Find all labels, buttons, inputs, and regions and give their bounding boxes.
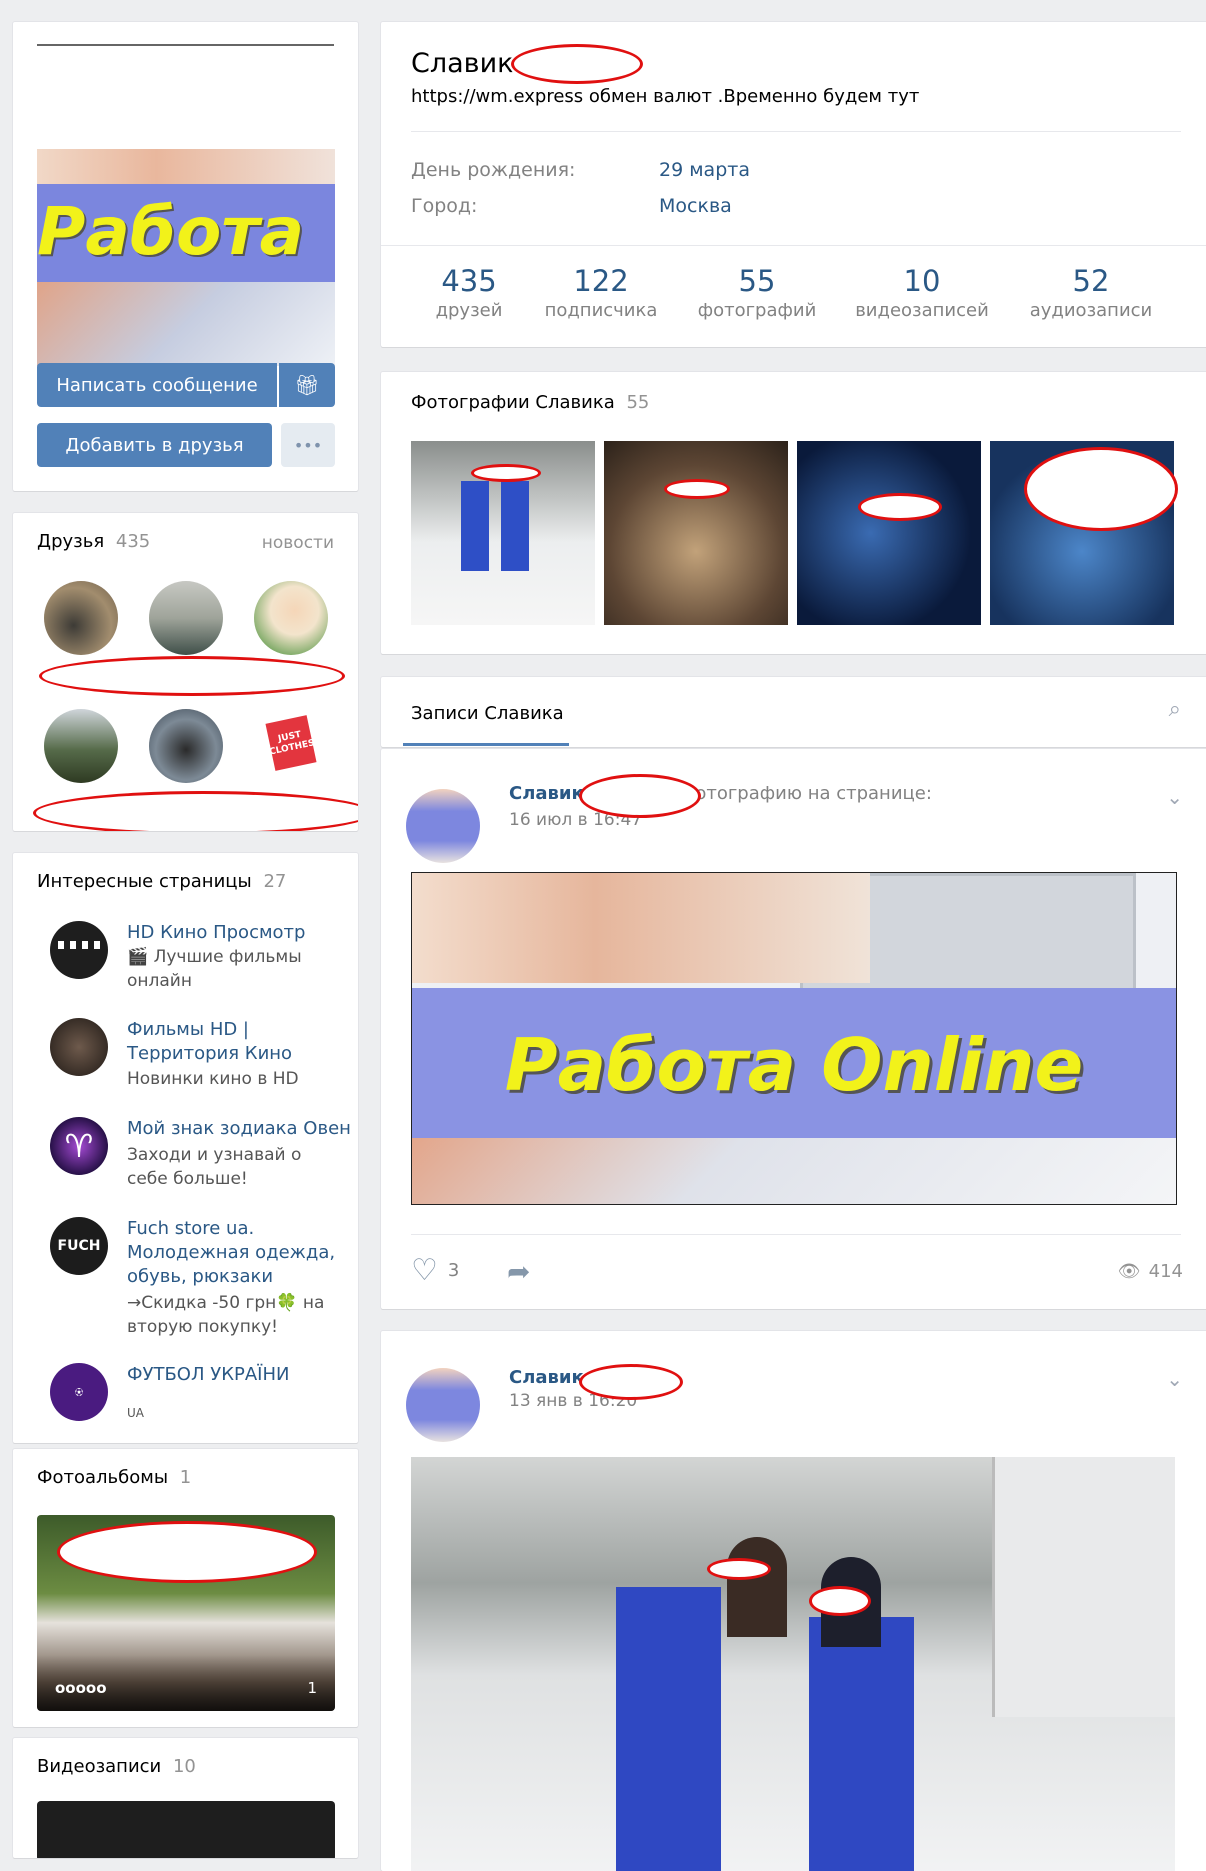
counter-audios[interactable]: 52 аудиозаписи bbox=[1011, 264, 1171, 321]
like-count: 3 bbox=[447, 1260, 460, 1281]
friend-avatar[interactable] bbox=[149, 709, 223, 783]
friends-header[interactable]: Друзья 435 bbox=[37, 531, 150, 552]
page-avatar: ♈︎ bbox=[50, 1117, 108, 1175]
chevron-down-icon[interactable]: ⌄ bbox=[1166, 785, 1183, 809]
wall-tabs-card: Записи Славика ⌕ bbox=[381, 677, 1206, 747]
add-friend-button[interactable]: Добавить в друзья bbox=[37, 423, 272, 467]
avatar-top-line bbox=[37, 44, 334, 46]
post-author[interactable]: Славик bbox=[509, 1367, 584, 1388]
album-count: 1 bbox=[307, 1679, 317, 1697]
post-image-text: Работа Online bbox=[504, 1023, 1084, 1107]
album-name: ооооо bbox=[55, 1679, 107, 1697]
page-avatar: FUCH bbox=[50, 1217, 108, 1275]
albums-header[interactable]: Фотоальбомы 1 bbox=[37, 1467, 191, 1488]
just-clothes-logo: JUST CLOTHES bbox=[265, 715, 317, 771]
photo-thumb[interactable] bbox=[797, 441, 981, 625]
redaction-mark bbox=[1024, 447, 1178, 531]
divider bbox=[381, 245, 1206, 246]
friend-avatar[interactable] bbox=[44, 709, 118, 783]
redaction-mark bbox=[809, 1586, 871, 1616]
post-author-avatar[interactable] bbox=[406, 789, 480, 863]
albums-card: Фотоальбомы 1 ооооо 1 bbox=[13, 1449, 358, 1727]
videos-header[interactable]: Видеозаписи 10 bbox=[37, 1756, 196, 1777]
redaction-mark bbox=[39, 656, 345, 696]
chevron-down-icon[interactable]: ⌄ bbox=[1166, 1367, 1183, 1391]
view-count: 414 bbox=[1148, 1261, 1183, 1282]
friend-avatar[interactable] bbox=[44, 581, 118, 655]
write-message-button[interactable]: Написать сообщение bbox=[37, 363, 277, 407]
city-value[interactable]: Москва bbox=[659, 195, 732, 217]
profile-name: Славик bbox=[411, 48, 514, 79]
page-avatar: ⚽︎ bbox=[50, 1363, 108, 1421]
redaction-mark bbox=[579, 1364, 683, 1400]
divider bbox=[411, 131, 1181, 132]
search-icon[interactable]: ⌕ bbox=[1169, 697, 1181, 722]
redaction-mark bbox=[57, 1521, 317, 1583]
post-author-avatar[interactable] bbox=[406, 1368, 480, 1442]
post-card: Славик 13 янв в 16:20 ⌄ bbox=[381, 1331, 1206, 1871]
profile-status: https://wm.express обмен валют .Временно… bbox=[411, 86, 920, 107]
share-button[interactable]: ➦ bbox=[507, 1255, 530, 1288]
tab-wall[interactable]: Записи Славика bbox=[411, 703, 564, 724]
redaction-mark bbox=[511, 44, 643, 84]
eye-icon: 👁︎ bbox=[1117, 1261, 1141, 1282]
counter-videos[interactable]: 10 видеозаписей bbox=[842, 264, 1002, 321]
page-avatar bbox=[50, 921, 108, 979]
friends-count: 435 bbox=[115, 531, 151, 552]
more-icon: ••• bbox=[293, 435, 323, 455]
post-header: Славик обновил фотографию на странице: bbox=[509, 783, 932, 804]
share-icon: ➦ bbox=[507, 1255, 531, 1288]
friend-avatar[interactable] bbox=[149, 581, 223, 655]
friends-card: Друзья 435 новости JUST CLOTHES bbox=[13, 513, 358, 831]
like-button[interactable]: ♡ 3 bbox=[411, 1253, 459, 1288]
redaction-mark bbox=[664, 479, 730, 499]
pages-header[interactable]: Интересные страницы 27 bbox=[37, 871, 286, 892]
counter-photos[interactable]: 55 фотографий bbox=[677, 264, 837, 321]
birthday-value[interactable]: 29 марта bbox=[659, 159, 750, 181]
views-counter: 👁︎ 414 bbox=[1118, 1261, 1183, 1282]
friend-avatar[interactable] bbox=[254, 581, 328, 655]
redaction-mark bbox=[858, 493, 942, 521]
more-button[interactable]: ••• bbox=[281, 423, 335, 467]
post-header: Славик bbox=[509, 1367, 584, 1388]
post-card: Славик обновил фотографию на странице: 1… bbox=[381, 749, 1206, 1309]
page-avatar bbox=[50, 1018, 108, 1076]
photos-header[interactable]: Фотографии Славика 55 bbox=[411, 392, 649, 413]
redaction-mark bbox=[707, 1558, 771, 1580]
friend-avatar[interactable]: JUST CLOTHES bbox=[254, 709, 328, 783]
redaction-mark bbox=[33, 791, 358, 831]
avatar-caption: Работа bbox=[37, 193, 305, 270]
gift-icon: 🎁︎ bbox=[294, 373, 320, 397]
gift-button[interactable]: 🎁︎ bbox=[279, 363, 335, 407]
redaction-mark bbox=[471, 464, 541, 482]
post-image[interactable] bbox=[411, 1457, 1175, 1871]
divider bbox=[411, 1234, 1181, 1235]
profile-avatar[interactable]: Работа bbox=[37, 149, 335, 366]
videos-card: Видеозаписи 10 bbox=[13, 1738, 358, 1858]
city-label: Город: bbox=[411, 195, 478, 217]
redaction-mark bbox=[579, 774, 701, 818]
profile-card: Работа Написать сообщение 🎁︎ Добавить в … bbox=[13, 22, 358, 491]
post-author[interactable]: Славик bbox=[509, 783, 584, 804]
heart-icon: ♡ bbox=[411, 1253, 438, 1288]
pages-card: Интересные страницы 27 HD Кино Просмотр … bbox=[13, 853, 358, 1443]
post-image[interactable]: Работа Online bbox=[411, 872, 1177, 1205]
counter-followers[interactable]: 122 подписчика bbox=[521, 264, 681, 321]
video-thumb[interactable] bbox=[37, 1801, 335, 1858]
tab-underline bbox=[403, 743, 569, 746]
friends-news-link[interactable]: новости bbox=[262, 533, 334, 553]
photo-thumb[interactable] bbox=[604, 441, 788, 625]
birthday-label: День рождения: bbox=[411, 159, 576, 181]
